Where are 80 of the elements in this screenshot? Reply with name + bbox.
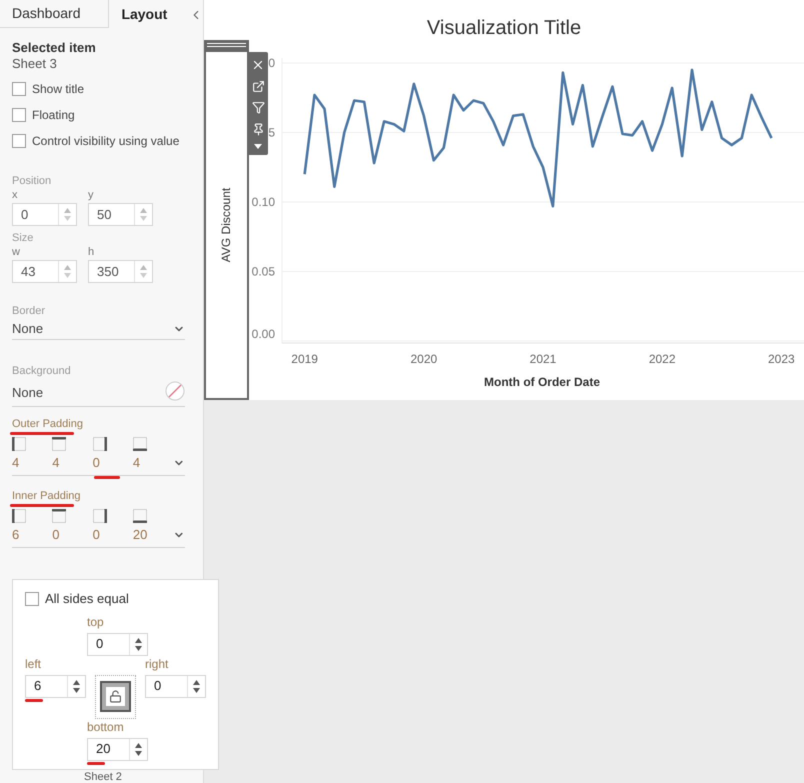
- unlock-icon: [109, 690, 122, 703]
- y-tick-label: 5: [268, 126, 275, 140]
- field-label: bottom: [87, 720, 125, 734]
- padding-value: 20: [132, 527, 148, 543]
- section-label: Position: [12, 175, 52, 188]
- section-heading: Selected item: [12, 40, 97, 56]
- padding-dropdown[interactable]: 6 0 0 20: [12, 509, 185, 548]
- padding-value: 4: [132, 455, 142, 471]
- down-arrow-icon[interactable]: [135, 646, 142, 650]
- up-arrow-icon[interactable]: [135, 742, 142, 748]
- padding-dropdown[interactable]: 4 4 0 4: [12, 437, 185, 476]
- border-dropdown[interactable]: None: [12, 318, 185, 340]
- field-label: w: [12, 246, 21, 259]
- padding-side-icon: [12, 509, 26, 523]
- section-label: Outer Padding: [12, 417, 84, 431]
- option-label: All sides equal: [45, 590, 129, 608]
- selected-sheet-name: Sheet 3: [12, 56, 58, 72]
- x-tick-label: 2020: [410, 352, 438, 366]
- y-axis-title: AVG Discount: [218, 188, 234, 262]
- padding-side-icon: [132, 437, 147, 451]
- section-label: Background: [12, 365, 72, 378]
- number-field[interactable]: 0: [87, 632, 148, 656]
- x-tick-label: 2021: [530, 352, 556, 366]
- checkbox[interactable]: [12, 134, 26, 148]
- padding-side-icon: [92, 437, 107, 451]
- field-label: h: [88, 246, 96, 259]
- open-external-icon[interactable]: [252, 80, 264, 94]
- panel-tab[interactable]: Dashboard: [0, 0, 110, 28]
- number-field[interactable]: 0: [145, 674, 206, 698]
- down-arrow-icon[interactable]: [135, 750, 142, 756]
- option-label: Control visibility using value: [32, 133, 180, 150]
- padding-value: 0: [52, 527, 61, 543]
- number-field[interactable]: 6: [25, 674, 86, 698]
- no-color-icon[interactable]: [165, 381, 185, 401]
- floating-sheet[interactable]: AVG Discount: [204, 50, 249, 400]
- option-label: Floating: [32, 107, 75, 124]
- padding-side-icon: [92, 509, 107, 523]
- pin-icon[interactable]: [252, 122, 264, 136]
- down-arrow-icon[interactable]: [73, 688, 80, 692]
- field-label: x: [12, 189, 18, 202]
- drag-handle-icon[interactable]: [204, 40, 249, 50]
- section-label: Inner Padding: [12, 489, 82, 503]
- more-caret-icon[interactable]: [254, 144, 262, 149]
- down-arrow-icon[interactable]: [193, 688, 200, 692]
- padding-value: 0: [92, 455, 101, 471]
- padding-side-icon: [52, 509, 66, 523]
- y-tick-label: 0.05: [252, 264, 275, 278]
- padding-value: 6: [12, 527, 20, 543]
- y-tick-label: 0: [268, 56, 275, 70]
- x-tick-label: 2019: [291, 352, 318, 366]
- up-arrow-icon[interactable]: [73, 680, 80, 684]
- section-label: Border: [12, 305, 46, 318]
- padding-value: 4: [52, 455, 61, 471]
- field-label: right: [145, 656, 170, 672]
- x-axis-title: Month of Order Date: [484, 375, 600, 389]
- checkbox[interactable]: [12, 82, 26, 96]
- up-arrow-icon[interactable]: [135, 638, 142, 642]
- filter-icon[interactable]: [252, 101, 264, 114]
- y-tick-label: 0.10: [252, 195, 275, 209]
- padding-value: 4: [12, 455, 20, 471]
- up-arrow-icon[interactable]: [193, 680, 200, 684]
- sheet-tab-label: Sheet 2: [84, 771, 122, 783]
- option-label: Show title: [32, 81, 84, 98]
- padding-value: 0: [92, 527, 101, 543]
- checkbox[interactable]: [25, 592, 39, 606]
- field-label: left: [25, 656, 42, 672]
- chart-title: Visualization Title: [426, 16, 582, 41]
- padding-side-icon: [52, 437, 66, 451]
- section-label: Size: [12, 232, 34, 245]
- x-tick-label: 2023: [768, 352, 795, 366]
- background-picker[interactable]: None: [12, 379, 185, 407]
- number-field[interactable]: 20: [87, 738, 148, 760]
- lock-toggle[interactable]: [100, 681, 131, 712]
- x-tick-label: 2022: [648, 352, 676, 366]
- padding-side-icon: [132, 509, 147, 523]
- padding-side-icon: [12, 437, 26, 451]
- checkbox[interactable]: [12, 108, 26, 122]
- y-tick-label: 0.00: [252, 327, 275, 341]
- field-label: top: [87, 614, 105, 630]
- field-label: y: [88, 189, 94, 202]
